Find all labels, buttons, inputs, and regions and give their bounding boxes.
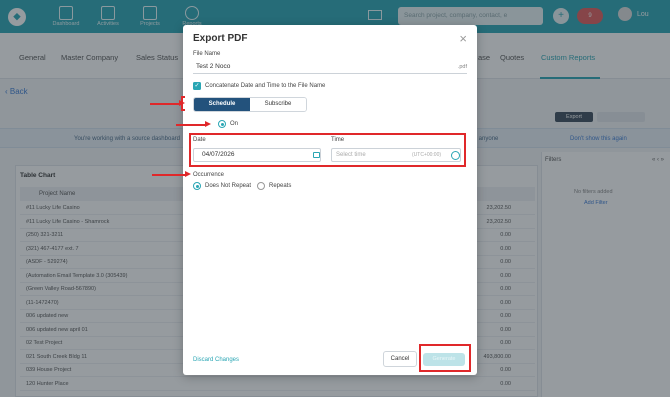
radio-empty-icon xyxy=(257,182,265,190)
tab-subscribe[interactable]: Subscribe xyxy=(250,98,306,111)
does-not-repeat-label: Does Not Repeat xyxy=(205,183,252,189)
close-icon[interactable]: × xyxy=(459,31,467,46)
on-radio[interactable]: On xyxy=(218,120,238,128)
repeats-label: Repeats xyxy=(269,183,292,189)
annotation-box-datetime xyxy=(189,133,466,167)
repeats-radio[interactable]: Repeats xyxy=(257,182,291,190)
concatenate-label: Concatenate Date and Time to the File Na… xyxy=(205,83,326,89)
export-pdf-modal: Export PDF × File Name Test 2 Noco .pdf … xyxy=(183,25,477,375)
schedule-subscribe-toggle: Schedule Subscribe xyxy=(193,97,307,112)
concatenate-checkbox[interactable]: ✓ Concatenate Date and Time to the File … xyxy=(193,82,325,90)
file-name-value: Test 2 Noco xyxy=(196,63,231,70)
file-suffix: .pdf xyxy=(457,64,467,70)
discard-changes-link[interactable]: Discard Changes xyxy=(193,357,239,363)
annotation-arrow-schedule xyxy=(150,100,185,106)
does-not-repeat-radio[interactable]: Does Not Repeat xyxy=(193,182,251,190)
annotation-box-generate xyxy=(419,344,471,372)
annotation-arrow-occurrence xyxy=(152,171,191,177)
tab-schedule[interactable]: Schedule xyxy=(194,98,250,111)
modal-title: Export PDF xyxy=(193,33,248,44)
on-label: On xyxy=(230,121,239,127)
file-name-field[interactable]: Test 2 Noco .pdf xyxy=(193,60,467,74)
radio-selected-icon xyxy=(218,120,226,128)
radio-selected-icon xyxy=(193,182,201,190)
file-name-label: File Name xyxy=(193,51,221,57)
annotation-arrow-on xyxy=(176,121,211,127)
occurrence-label: Occurrence xyxy=(193,172,225,178)
annotation-box-schedule xyxy=(181,96,185,111)
cancel-button[interactable]: Cancel xyxy=(383,351,417,367)
check-icon: ✓ xyxy=(193,82,201,90)
